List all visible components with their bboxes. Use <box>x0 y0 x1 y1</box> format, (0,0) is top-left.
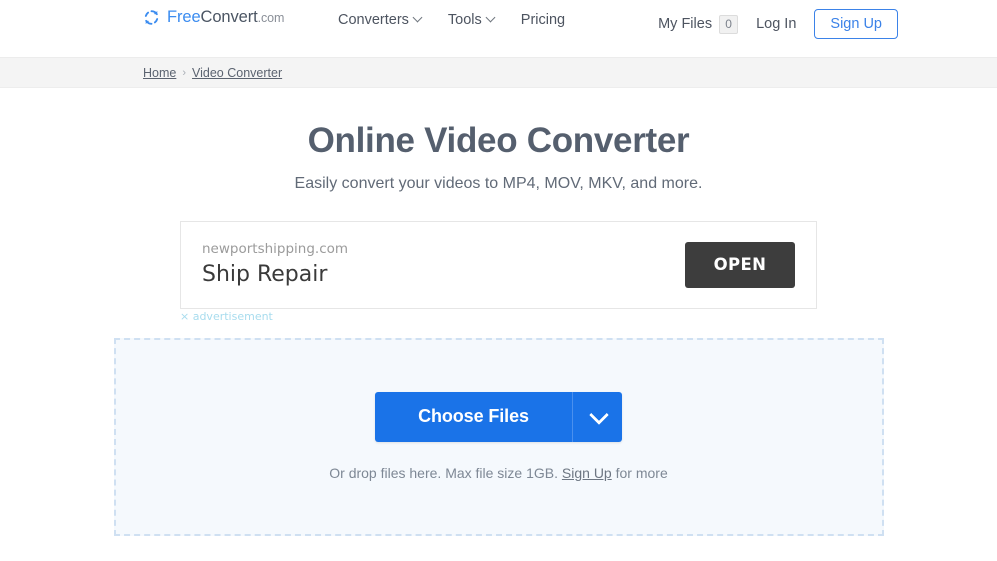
dropzone-hint: Or drop files here. Max file size 1GB. S… <box>329 442 667 482</box>
sign-up-button[interactable]: Sign Up <box>814 9 898 39</box>
my-files-count-badge: 0 <box>719 14 739 34</box>
advertisement-close-label[interactable]: × advertisement <box>180 310 273 323</box>
nav-item-converters-label: Converters <box>338 12 409 28</box>
breadcrumb-separator-icon: › <box>182 66 187 79</box>
advertisement-domain: newportshipping.com <box>202 241 349 257</box>
nav-item-tools-label: Tools <box>447 12 482 28</box>
dropzone-sign-up-link[interactable]: Sign Up <box>562 465 612 481</box>
dropzone-hint-suffix: for more <box>615 464 668 481</box>
site-logo[interactable]: FreeConvert.com <box>143 9 284 26</box>
choose-files-button[interactable]: Choose Files <box>375 391 572 442</box>
main-nav: Converters Tools Pricing <box>338 13 565 28</box>
breadcrumb-bar: Home › Video Converter <box>0 57 997 88</box>
nav-item-converters[interactable]: Converters <box>338 13 422 28</box>
logo-wordmark: FreeConvert.com <box>167 9 284 26</box>
my-files-label: My Files <box>658 16 713 32</box>
breadcrumb-item-video-converter[interactable]: Video Converter <box>192 66 282 80</box>
breadcrumb-item-home[interactable]: Home <box>143 66 176 80</box>
nav-item-pricing-label: Pricing <box>520 12 566 28</box>
chevron-down-icon <box>414 14 422 22</box>
nav-item-pricing[interactable]: Pricing <box>521 13 565 28</box>
logo-text-convert: Convert <box>200 8 258 27</box>
dropzone-hint-prefix: Or drop files here. Max file size 1GB. <box>329 464 559 481</box>
page-subtitle: Easily convert your videos to MP4, MOV, … <box>294 175 703 192</box>
advertisement-card[interactable]: newportshipping.com Ship Repair OPEN <box>180 220 817 309</box>
logo-text-com: .com <box>257 11 285 26</box>
header-actions: My Files 0 Log In Sign Up <box>658 9 898 39</box>
advertisement-headline: Ship Repair <box>202 262 328 288</box>
file-dropzone[interactable]: Choose Files Or drop files here. Max fil… <box>113 337 884 536</box>
my-files-link[interactable]: My Files 0 <box>658 14 739 34</box>
advertisement-open-button[interactable]: OPEN <box>685 241 795 288</box>
advertisement-container: newportshipping.com Ship Repair OPEN × a… <box>180 195 817 323</box>
chevron-down-icon <box>487 14 495 22</box>
breadcrumb: Home › Video Converter <box>143 66 282 80</box>
convert-refresh-icon <box>143 9 160 26</box>
logo-text-free: Free <box>167 8 201 27</box>
chevron-down-icon <box>591 407 605 421</box>
nav-item-tools[interactable]: Tools <box>448 13 495 28</box>
log-in-link[interactable]: Log In <box>756 16 796 32</box>
page-title: Online Video Converter <box>307 121 690 160</box>
choose-files-group: Choose Files <box>375 391 622 442</box>
main-content: Online Video Converter Easily convert yo… <box>0 88 997 536</box>
site-header: FreeConvert.com Converters Tools Pricing… <box>0 0 997 57</box>
advertisement-text: newportshipping.com Ship Repair <box>202 241 685 289</box>
choose-files-dropdown-button[interactable] <box>572 391 622 442</box>
